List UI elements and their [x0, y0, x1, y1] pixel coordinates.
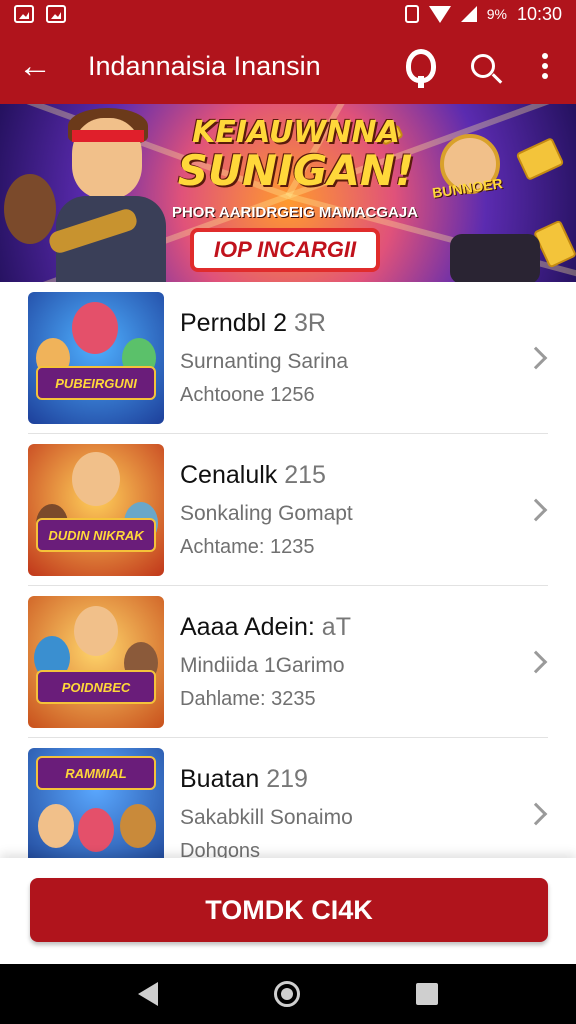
banner-headline-1: KEIAUWNNA — [192, 115, 400, 150]
system-nav-bar — [0, 964, 576, 1024]
q-button[interactable] — [390, 28, 452, 104]
game-subtitle: Mindiida 1Garimo — [180, 654, 345, 677]
banner-hero-character — [28, 108, 178, 282]
wifi-icon — [428, 5, 451, 23]
search-button[interactable] — [452, 28, 514, 104]
game-thumbnail: PUBEIRGUNI — [28, 292, 164, 424]
gallery-icon — [14, 5, 34, 23]
clock: 10:30 — [516, 3, 562, 24]
banner-subtitle: PHOR AARIDRGEIG MAMACGAJA — [171, 204, 419, 221]
thumb-logo: DUDIN NIKRAK — [36, 518, 156, 552]
banner-mascot — [420, 204, 540, 282]
list-item[interactable]: POIDNBEC Aaaa Adein: aT Mindiida 1Garimo… — [0, 586, 576, 738]
game-thumbnail: RAMMIAL — [28, 748, 164, 858]
signal-icon — [460, 6, 477, 22]
banner-headline-2: SUNIGAN! — [177, 146, 415, 195]
page-title: Indannaisia Inansin — [88, 50, 321, 81]
game-thumbnail: DUDIN NIKRAK — [28, 444, 164, 576]
app-bar: ← Indannaisia Inansin — [0, 28, 576, 104]
game-subtitle: Surnanting Sarina — [180, 350, 349, 373]
primary-action-button[interactable]: TOMDK CI4K — [30, 878, 548, 942]
thumb-logo: POIDNBEC — [36, 670, 156, 704]
list-item[interactable]: DUDIN NIKRAK Cenalulk 215 Sonkaling Goma… — [0, 434, 576, 586]
game-title: Cenalulk 215 — [180, 461, 326, 489]
banner-side-logo: BUNNOER — [431, 175, 504, 201]
game-title: Aaaa Adein: aT — [180, 613, 351, 641]
bottom-action-bar: TOMDK CI4K — [0, 858, 576, 964]
list-item[interactable]: RAMMIAL Buatan 219 Sakabkill Sonaimo Doh… — [0, 738, 576, 858]
banner-headline: KEIAUWNNA SUNIGAN! — [166, 118, 426, 192]
game-subtitle: Sonkaling Gomapt — [180, 502, 353, 525]
game-thumbnail: POIDNBEC — [28, 596, 164, 728]
promo-banner[interactable]: KEIAUWNNA SUNIGAN! PHOR AARIDRGEIG MAMAC… — [0, 104, 576, 282]
thumb-logo: RAMMIAL — [36, 756, 156, 790]
nav-home-icon[interactable] — [274, 981, 300, 1007]
search-icon — [471, 54, 495, 78]
status-bar: 9% 10:30 — [0, 0, 576, 28]
more-button[interactable] — [514, 28, 576, 104]
game-title: Perndbl 2 3R — [180, 309, 326, 337]
vibrate-icon — [404, 5, 419, 23]
more-vert-icon — [542, 53, 548, 79]
game-meta: Achtoone 1256 — [180, 384, 315, 406]
game-meta: Achtame: 1235 — [180, 536, 315, 558]
game-meta: Dohgons — [180, 840, 261, 858]
game-title: Buatan 219 — [180, 765, 308, 793]
game-meta: Dahlame: 3235 — [180, 688, 316, 710]
game-subtitle: Sakabkill Sonaimo — [180, 806, 353, 829]
list-item[interactable]: PUBEIRGUNI Perndbl 2 3R Surnanting Sarin… — [0, 282, 576, 434]
back-arrow-icon[interactable]: ← — [0, 28, 70, 104]
image-icon — [46, 5, 66, 23]
nav-back-icon[interactable] — [138, 982, 158, 1006]
banner-cta-button[interactable]: IOP INCARGII — [190, 228, 380, 272]
battery-level: 9% — [486, 6, 507, 22]
nav-recent-icon[interactable] — [416, 983, 438, 1005]
q-icon — [406, 49, 436, 88]
game-list: PUBEIRGUNI Perndbl 2 3R Surnanting Sarin… — [0, 282, 576, 858]
thumb-logo: PUBEIRGUNI — [36, 366, 156, 400]
